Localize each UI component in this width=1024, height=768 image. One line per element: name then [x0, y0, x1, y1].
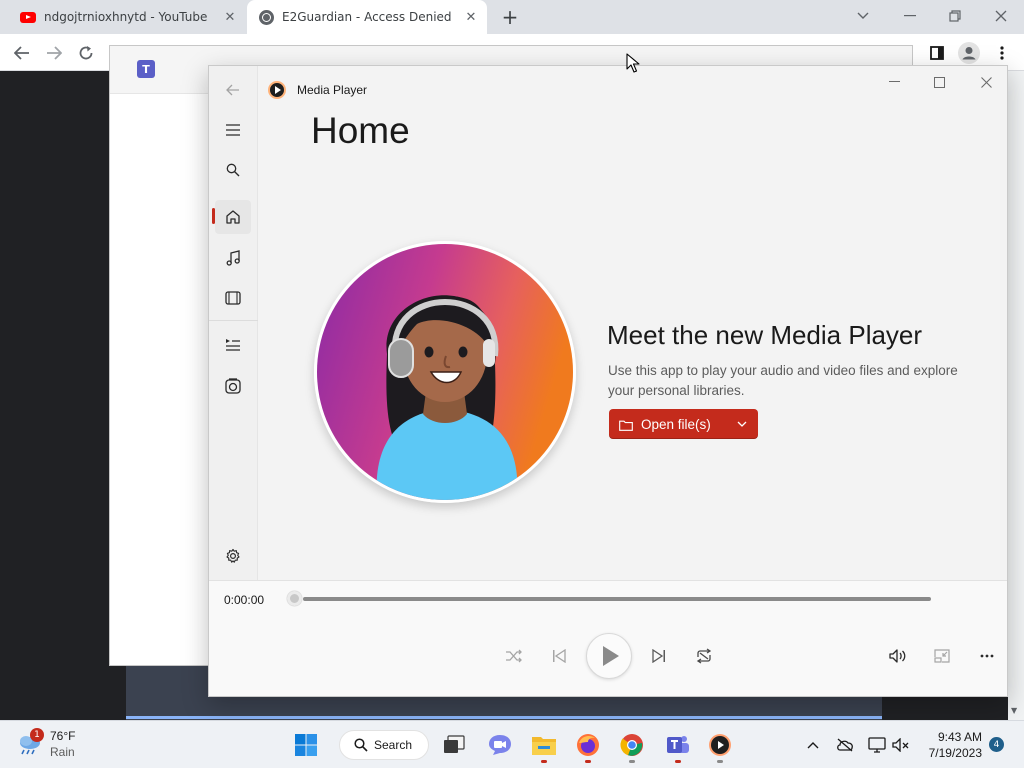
teams-chat-icon[interactable]: [486, 731, 514, 759]
weather-condition[interactable]: Rain: [50, 745, 75, 759]
library-icon[interactable]: [215, 369, 251, 403]
close-icon[interactable]: ✕: [463, 9, 479, 25]
folder-icon: [619, 419, 633, 431]
clock-date[interactable]: 7/19/2023: [920, 746, 982, 760]
forward-arrow-icon[interactable]: [42, 41, 66, 65]
windows-start-icon[interactable]: [292, 731, 320, 759]
onedrive-off-icon[interactable]: [836, 736, 854, 754]
next-icon[interactable]: [644, 641, 674, 671]
window-title: Media Player: [297, 83, 368, 97]
task-view-icon[interactable]: [440, 731, 468, 759]
page-scrollbar[interactable]: [1008, 71, 1024, 720]
restore-icon[interactable]: [943, 4, 967, 28]
file-explorer-icon[interactable]: [530, 731, 558, 759]
browser-tabstrip: ndgojtrnioxhnytd - YouTube ✕ E2Guardian …: [0, 0, 1024, 34]
chrome-icon[interactable]: [618, 731, 646, 759]
more-menu-icon[interactable]: [990, 41, 1014, 65]
volume-icon[interactable]: [883, 641, 913, 671]
chevron-up-icon[interactable]: [804, 736, 822, 754]
youtube-icon: [20, 11, 36, 23]
close-icon[interactable]: ✕: [222, 9, 238, 25]
tab-e2guardian[interactable]: E2Guardian - Access Denied ✕: [247, 0, 487, 34]
media-player-window: Media Player Home Meet the new Media Pla…: [208, 65, 1008, 697]
video-icon[interactable]: [215, 281, 251, 315]
nav-divider: [209, 320, 258, 321]
minimize-icon[interactable]: [898, 4, 922, 28]
search-icon[interactable]: [215, 153, 251, 187]
display-icon[interactable]: [868, 736, 886, 754]
navigation-sidebar: [209, 66, 258, 580]
tab-youtube[interactable]: ndgojtrnioxhnytd - YouTube ✕: [8, 0, 246, 34]
media-player-taskbar-icon[interactable]: [706, 731, 734, 759]
page-title: Home: [311, 110, 410, 151]
description: Use this app to play your audio and vide…: [608, 363, 958, 398]
tab-search-icon[interactable]: [851, 4, 875, 28]
seek-slider[interactable]: [303, 597, 931, 601]
search-label: Search: [374, 738, 413, 752]
minimize-icon[interactable]: [879, 72, 909, 92]
previous-icon[interactable]: [544, 641, 574, 671]
running-indicator: [585, 760, 591, 763]
profile-avatar-icon[interactable]: [957, 41, 981, 65]
open-files-button[interactable]: Open file(s): [609, 409, 758, 439]
back-arrow-icon[interactable]: [10, 41, 34, 65]
home-icon[interactable]: [215, 200, 251, 234]
play-button[interactable]: [586, 633, 632, 679]
running-indicator: [629, 760, 635, 763]
maximize-icon[interactable]: [924, 72, 954, 92]
taskbar: 1 76°F Rain Search 9:43 AM 7/19/2023 4: [0, 720, 1024, 768]
settings-icon[interactable]: [215, 539, 251, 573]
volume-muted-icon[interactable]: [892, 736, 910, 754]
running-indicator: [675, 760, 681, 763]
close-window-icon[interactable]: [989, 4, 1013, 28]
scroll-down-icon[interactable]: ▼: [1011, 706, 1017, 715]
miniplayer-icon[interactable]: [927, 641, 957, 671]
tab-title: ndgojtrnioxhnytd - YouTube: [44, 10, 208, 24]
playlist-icon[interactable]: [215, 327, 251, 361]
new-tab-button[interactable]: +: [499, 5, 521, 29]
taskbar-search[interactable]: Search: [339, 730, 429, 760]
teams-icon: T: [137, 60, 155, 78]
close-window-icon[interactable]: [971, 72, 1001, 92]
mouse-cursor-icon: [626, 53, 640, 73]
clock-time[interactable]: 9:43 AM: [934, 730, 982, 744]
running-indicator: [541, 760, 547, 763]
weather-alert-badge: 1: [30, 728, 44, 742]
music-icon[interactable]: [215, 241, 251, 275]
tab-title: E2Guardian - Access Denied: [282, 10, 452, 24]
headline: Meet the new Media Player: [607, 320, 923, 350]
page-highlight-line: [126, 716, 882, 719]
back-icon[interactable]: [215, 73, 251, 107]
globe-icon: [259, 9, 274, 25]
menu-icon[interactable]: [215, 113, 251, 147]
notification-badge[interactable]: 4: [989, 737, 1004, 752]
current-time: 0:00:00: [224, 593, 265, 607]
more-options-icon[interactable]: [972, 641, 1002, 671]
playback-bar: 0:00:00: [209, 580, 1007, 696]
open-files-label: Open file(s): [641, 416, 711, 432]
media-player-logo-icon: [268, 81, 286, 99]
seek-thumb[interactable]: [287, 591, 302, 606]
chevron-down-icon[interactable]: [726, 409, 758, 439]
firefox-icon[interactable]: [574, 731, 602, 759]
teams-icon[interactable]: [664, 731, 692, 759]
side-panel-icon[interactable]: [925, 41, 949, 65]
repeat-icon[interactable]: [689, 641, 719, 671]
hero-illustration: [314, 241, 576, 503]
search-icon: [354, 738, 368, 752]
reload-icon[interactable]: [74, 41, 98, 65]
weather-temperature[interactable]: 76°F: [50, 729, 75, 743]
running-indicator: [717, 760, 723, 763]
shuffle-icon[interactable]: [499, 641, 529, 671]
